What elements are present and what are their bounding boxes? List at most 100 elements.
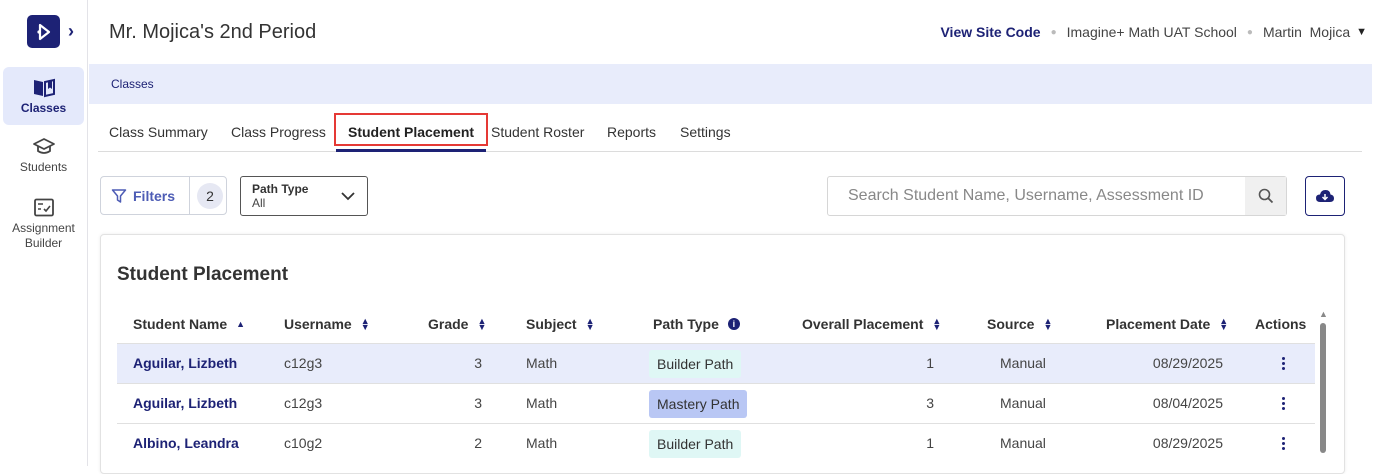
grade-cell: 3 [474, 395, 482, 411]
chevron-down-icon [341, 192, 355, 201]
filters-group: Filters 2 [100, 176, 227, 215]
app-logo-group[interactable]: › [27, 15, 74, 48]
source-cell: Manual [1000, 395, 1046, 411]
breadcrumb[interactable]: Classes [111, 77, 154, 91]
date-cell: 08/29/2025 [1152, 435, 1223, 451]
download-button[interactable] [1305, 176, 1345, 216]
path-type-value: All [252, 196, 266, 210]
path-type-pill: Mastery Path [649, 390, 748, 418]
filters-label: Filters [133, 187, 176, 204]
expand-sidebar-chevron-icon[interactable]: › [68, 21, 74, 42]
placement-cell: 1 [926, 355, 934, 371]
sort-ascending-icon: ▲ [236, 319, 246, 329]
search-input[interactable] [828, 177, 1246, 215]
funnel-icon [111, 188, 127, 203]
subject-cell: Math [526, 435, 558, 451]
table-row[interactable]: Aguilar, Lizbeth c12g3 3 Math Builder Pa… [117, 343, 1315, 383]
school-name: Imagine+ Math UAT School [1066, 24, 1237, 40]
page-title: Mr. Mojica's 2nd Period [109, 21, 317, 43]
tab-settings[interactable]: Settings [680, 113, 731, 152]
table-scrollbar[interactable]: ▲ [1319, 309, 1328, 469]
column-header-overall-placement[interactable]: Overall Placement ▲ ▼ [802, 316, 941, 332]
tab-reports[interactable]: Reports [607, 113, 656, 152]
source-cell: Manual [1000, 435, 1046, 451]
view-site-code-link[interactable]: View Site Code [940, 24, 1040, 40]
sort-icon: ▲ ▼ [477, 316, 487, 332]
sidebar-item-classes[interactable]: Classes [3, 67, 84, 125]
column-header-source[interactable]: Source ▲ ▼ [987, 316, 1052, 332]
sidebar-item-label: Classes [20, 101, 67, 115]
grade-cell: 3 [474, 355, 482, 371]
source-cell: Manual [1000, 355, 1046, 371]
caret-down-icon: ▼ [1356, 26, 1367, 38]
sidebar-item-label: Students [19, 160, 68, 174]
column-header-actions: Actions [1255, 316, 1307, 332]
row-actions-kebab-icon[interactable] [1281, 397, 1285, 410]
column-header-grade[interactable]: Grade ▲ ▼ [428, 316, 486, 332]
separator-dot: ● [1050, 26, 1057, 38]
student-name-link[interactable]: Aguilar, Lizbeth [133, 355, 237, 371]
student-placement-card: Student Placement Student Name ▲ Usernam… [100, 234, 1345, 474]
search-icon [1258, 188, 1273, 204]
column-header-student-name[interactable]: Student Name ▲ [133, 316, 245, 332]
sort-icon: ▲ ▼ [1043, 316, 1053, 332]
search-button[interactable] [1245, 177, 1286, 215]
sidebar-item-label: Assignment Builder [12, 221, 75, 250]
sidebar: › Classes Students Assignment Builder [0, 0, 88, 466]
search-box [827, 176, 1287, 216]
path-type-label: Path Type [252, 182, 309, 196]
date-cell: 08/29/2025 [1152, 355, 1223, 371]
row-actions-kebab-icon[interactable] [1281, 357, 1285, 370]
column-header-subject[interactable]: Subject ▲ ▼ [526, 316, 595, 332]
username-cell: c12g3 [284, 355, 323, 371]
user-menu[interactable]: Martin Mojica ▼ [1263, 24, 1367, 40]
cloud-download-icon [1316, 190, 1334, 202]
column-header-placement-date[interactable]: Placement Date ▲ ▼ [1106, 316, 1228, 332]
column-header-path-type[interactable]: Path Type i [653, 316, 740, 332]
grade-cell: 2 [474, 435, 482, 451]
username-cell: c12g3 [284, 395, 323, 411]
date-cell: 08/04/2025 [1152, 395, 1223, 411]
graduation-cap-icon [32, 138, 55, 154]
path-type-pill: Builder Path [649, 430, 742, 458]
table-row[interactable]: Albino, Leandra c10g2 2 Math Builder Pat… [117, 423, 1315, 463]
column-header-username[interactable]: Username ▲ ▼ [284, 316, 370, 332]
sort-icon: ▲ ▼ [1219, 316, 1229, 332]
book-icon [33, 78, 55, 98]
tab-class-summary[interactable]: Class Summary [109, 113, 208, 152]
breadcrumb-bar: Classes [89, 64, 1372, 104]
student-name-link[interactable]: Albino, Leandra [133, 435, 239, 451]
row-actions-kebab-icon[interactable] [1281, 437, 1285, 450]
filters-count-badge: 2 [197, 182, 224, 209]
separator-dot: ● [1246, 26, 1253, 38]
user-name: Martin Mojica [1262, 24, 1351, 40]
table-title: Student Placement [117, 264, 289, 285]
subject-cell: Math [526, 395, 558, 411]
table-row[interactable]: Aguilar, Lizbeth c12g3 3 Math Mastery Pa… [117, 383, 1315, 423]
filters-button[interactable]: Filters [101, 177, 191, 214]
username-cell: c10g2 [284, 435, 323, 451]
path-type-select[interactable]: Path Type All [240, 176, 368, 216]
subject-cell: Math [526, 355, 558, 371]
sort-icon: ▲ ▼ [360, 316, 370, 332]
sidebar-item-assignment-builder[interactable]: Assignment Builder [3, 198, 84, 252]
tab-label: Student Placement [348, 124, 475, 140]
scroll-thumb[interactable] [1320, 323, 1326, 453]
tab-student-placement[interactable]: Student Placement [334, 113, 489, 152]
sort-icon: ▲ ▼ [932, 316, 942, 332]
tab-student-roster[interactable]: Student Roster [491, 113, 584, 152]
student-name-link[interactable]: Aguilar, Lizbeth [133, 395, 237, 411]
tab-class-progress[interactable]: Class Progress [231, 113, 326, 152]
placement-cell: 3 [926, 395, 934, 411]
path-type-pill: Builder Path [649, 350, 742, 378]
sidebar-item-students[interactable]: Students [3, 137, 84, 177]
info-icon[interactable]: i [727, 318, 740, 330]
tab-bar: Class Summary Class Progress Student Pla… [98, 113, 1362, 152]
placement-cell: 1 [926, 435, 934, 451]
app-logo[interactable] [27, 15, 60, 48]
header-right: View Site Code ● Imagine+ Math UAT Schoo… [940, 24, 1367, 40]
arrow-logo-icon [36, 23, 50, 40]
scroll-up-arrow-icon[interactable]: ▲ [1319, 309, 1328, 319]
sort-icon: ▲ ▼ [585, 316, 595, 332]
checklist-icon [33, 198, 54, 217]
